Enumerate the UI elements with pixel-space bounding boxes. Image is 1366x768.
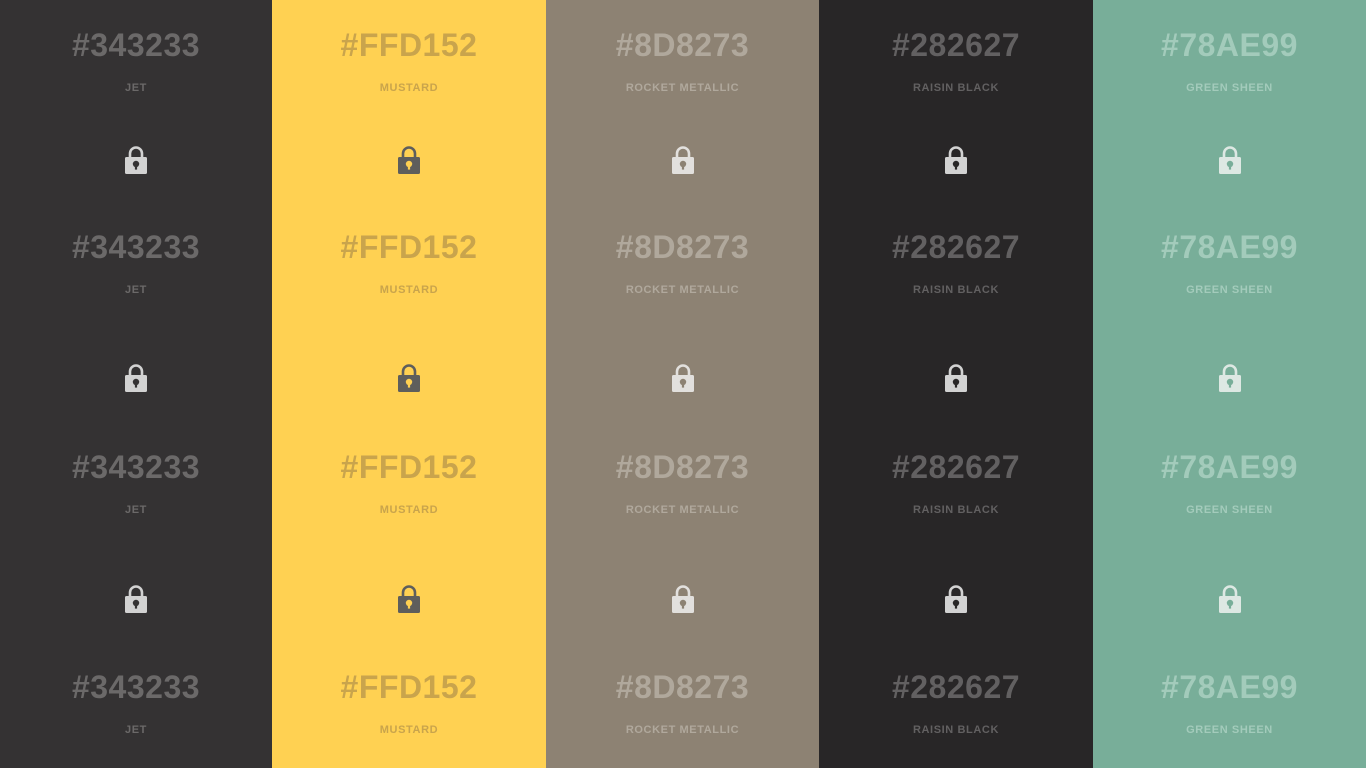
lock-icon[interactable]	[670, 362, 696, 394]
lock-icon[interactable]	[670, 144, 696, 176]
hex-code-label[interactable]: #FFD152	[272, 229, 546, 265]
color-name-label: GREEN SHEEN	[1186, 504, 1273, 516]
color-name-label: GREEN SHEEN	[1186, 724, 1273, 736]
color-name-label: MUSTARD	[379, 724, 439, 736]
hex-code-label[interactable]: #343233	[0, 229, 272, 265]
color-name-label: MUSTARD	[379, 504, 439, 516]
color-name-label: JET	[125, 504, 147, 516]
palette-column-raisin-black[interactable]: #282627 RAISIN BLACK #282627 RAISIN BLACK #2…	[819, 0, 1093, 768]
hex-code-label[interactable]: #282627	[819, 449, 1093, 485]
lock-icon[interactable]	[123, 583, 149, 615]
hex-code-label[interactable]: #282627	[819, 669, 1093, 705]
color-name-label: ROCKET METALLIC	[625, 504, 740, 516]
hex-code-label[interactable]: #343233	[0, 27, 272, 63]
hex-code-label[interactable]: #78AE99	[1093, 27, 1366, 63]
palette-column-jet[interactable]: #343233 JET #343233 JET #343233 JET #343233 JET	[0, 0, 272, 768]
lock-icon[interactable]	[1217, 583, 1243, 615]
color-name-label: JET	[125, 724, 147, 736]
hex-code-label[interactable]: #78AE99	[1093, 669, 1366, 705]
hex-code-label[interactable]: #78AE99	[1093, 229, 1366, 265]
lock-icon[interactable]	[943, 362, 969, 394]
palette-column-rocket-metallic[interactable]: #8D8273 ROCKET METALLIC #8D8273 ROCKET META…	[546, 0, 819, 768]
lock-icon[interactable]	[943, 144, 969, 176]
color-name-label: RAISIN BLACK	[912, 724, 1000, 736]
palette-column-green-sheen[interactable]: #78AE99 GREEN SHEEN #78AE99 GREEN SHEEN #78A…	[1093, 0, 1366, 768]
color-name-label: ROCKET METALLIC	[625, 82, 740, 94]
lock-icon[interactable]	[670, 583, 696, 615]
lock-icon[interactable]	[396, 144, 422, 176]
color-name-label: ROCKET METALLIC	[625, 284, 740, 296]
color-name-label: MUSTARD	[379, 284, 439, 296]
hex-code-label[interactable]: #FFD152	[272, 669, 546, 705]
color-palette: #343233 JET #343233 JET #343233 JET #343233 JET…	[0, 0, 1366, 768]
lock-icon[interactable]	[1217, 362, 1243, 394]
hex-code-label[interactable]: #FFD152	[272, 27, 546, 63]
color-name-label: RAISIN BLACK	[912, 82, 1000, 94]
hex-code-label[interactable]: #8D8273	[546, 27, 819, 63]
color-name-label: JET	[125, 82, 147, 94]
color-name-label: RAISIN BLACK	[912, 504, 1000, 516]
lock-icon[interactable]	[396, 583, 422, 615]
hex-code-label[interactable]: #282627	[819, 229, 1093, 265]
color-name-label: GREEN SHEEN	[1186, 82, 1273, 94]
color-name-label: RAISIN BLACK	[912, 284, 1000, 296]
palette-column-mustard[interactable]: #FFD152 MUSTARD #FFD152 MUSTARD #FFD152 MUSTA…	[272, 0, 546, 768]
color-name-label: GREEN SHEEN	[1186, 284, 1273, 296]
hex-code-label[interactable]: #8D8273	[546, 669, 819, 705]
lock-icon[interactable]	[123, 362, 149, 394]
lock-icon[interactable]	[943, 583, 969, 615]
color-name-label: ROCKET METALLIC	[625, 724, 740, 736]
hex-code-label[interactable]: #343233	[0, 449, 272, 485]
lock-icon[interactable]	[396, 362, 422, 394]
lock-icon[interactable]	[123, 144, 149, 176]
lock-icon[interactable]	[1217, 144, 1243, 176]
hex-code-label[interactable]: #8D8273	[546, 229, 819, 265]
hex-code-label[interactable]: #282627	[819, 27, 1093, 63]
color-name-label: MUSTARD	[379, 82, 439, 94]
hex-code-label[interactable]: #78AE99	[1093, 449, 1366, 485]
hex-code-label[interactable]: #343233	[0, 669, 272, 705]
hex-code-label[interactable]: #8D8273	[546, 449, 819, 485]
color-name-label: JET	[125, 284, 147, 296]
hex-code-label[interactable]: #FFD152	[272, 449, 546, 485]
